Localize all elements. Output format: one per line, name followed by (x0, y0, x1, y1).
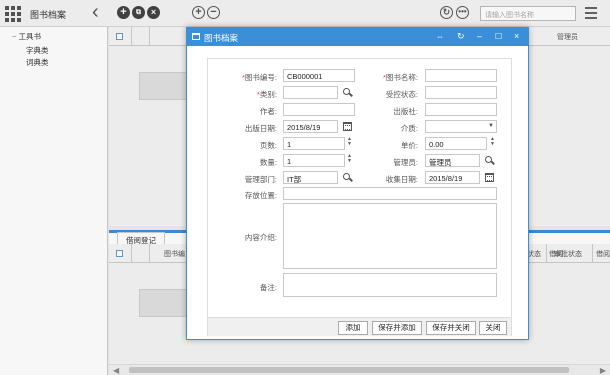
collect-date-calendar-icon[interactable] (485, 173, 494, 182)
add-button[interactable]: 添加 (338, 321, 368, 335)
quantity-stepper[interactable]: 1 (283, 154, 345, 167)
label-medium: 介质: (400, 124, 418, 133)
dialog-footer: 添加 保存并添加 保存并关闭 关闭 (208, 317, 511, 336)
category-search-icon[interactable] (343, 88, 352, 97)
label-control-status: 受控状态: (385, 90, 418, 99)
pages-spin-icon[interactable]: ▲ ▼ (347, 137, 353, 147)
dialog-title: 图书档案 (204, 33, 239, 43)
price-spin-icon[interactable]: ▲ ▼ (490, 137, 496, 147)
remark-textarea[interactable] (283, 273, 497, 297)
label-remark: 备注: (259, 283, 277, 292)
book-no-field[interactable]: CB000001 (283, 69, 355, 82)
manager-search-icon[interactable] (485, 156, 494, 165)
save-and-close-button[interactable]: 保存并关闭 (426, 321, 476, 335)
minimize-icon[interactable]: – (477, 31, 482, 42)
book-name-field[interactable] (425, 69, 497, 82)
pin-icon[interactable]: ⇔ (436, 31, 444, 42)
pub-date-calendar-icon[interactable] (343, 122, 352, 131)
label-intro: 内容介绍: (244, 233, 277, 242)
dept-field[interactable]: IT部 (283, 171, 338, 184)
dialog-titlebar: 图书档案 ⇔ ↻ – ☐ × (187, 28, 528, 46)
close-button[interactable]: 关闭 (479, 321, 507, 335)
collect-date-field[interactable]: 2015/8/19 (425, 171, 480, 184)
label-pub-date: 出版日期: (244, 124, 277, 133)
label-collect-date: 收集日期: (385, 175, 418, 184)
location-field[interactable] (283, 187, 497, 200)
dialog-form: *图书编号: CB000001 *图书名称: *类别: 受控状态: 作者: 出版… (207, 58, 512, 336)
label-category: *类别: (256, 90, 277, 99)
intro-textarea[interactable] (283, 203, 497, 269)
save-and-add-button[interactable]: 保存并添加 (372, 321, 422, 335)
label-quantity: 数量: (259, 158, 277, 167)
dialog-refresh-icon[interactable]: ↻ (457, 31, 465, 42)
medium-dropdown-icon[interactable]: ▼ (488, 123, 494, 129)
manager-field[interactable]: 管理员 (425, 154, 480, 167)
book-archive-dialog: 图书档案 ⇔ ↻ – ☐ × *图书编号: CB000001 *图书名称: *类… (186, 27, 529, 340)
control-status-field[interactable] (425, 86, 497, 99)
label-dept: 管理部门: (244, 175, 277, 184)
category-field[interactable] (283, 86, 338, 99)
label-price: 单价: (400, 141, 418, 150)
label-manager: 管理员: (393, 158, 418, 167)
price-stepper[interactable]: 0.00 (425, 137, 487, 150)
quantity-spin-icon[interactable]: ▲ ▼ (347, 154, 353, 164)
close-icon[interactable]: × (514, 31, 519, 42)
label-publisher: 出版社: (393, 107, 418, 116)
pages-stepper[interactable]: 1 (283, 137, 345, 150)
dept-search-icon[interactable] (343, 173, 352, 182)
author-field[interactable] (283, 103, 355, 116)
label-book-no: *图书编号: (241, 73, 277, 82)
label-book-name: *图书名称: (382, 73, 418, 82)
label-pages: 页数: (259, 141, 277, 150)
label-location: 存放位置: (244, 191, 277, 200)
window-icon (192, 33, 200, 40)
maximize-icon[interactable]: ☐ (495, 31, 502, 42)
publisher-field[interactable] (425, 103, 497, 116)
pub-date-field[interactable]: 2015/8/19 (283, 120, 338, 133)
medium-select[interactable] (425, 120, 497, 133)
label-author: 作者: (259, 107, 277, 116)
